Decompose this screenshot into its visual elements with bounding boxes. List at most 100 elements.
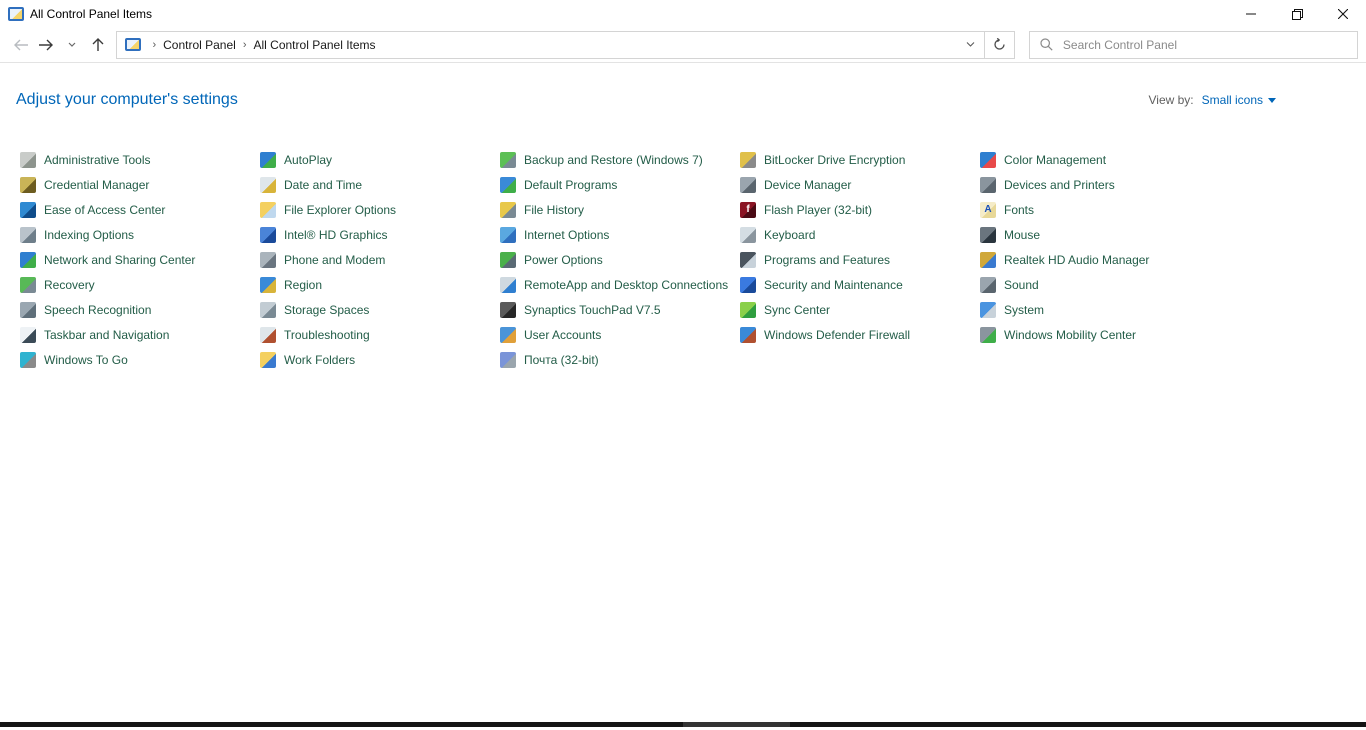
control-panel-item[interactable]: BitLocker Drive Encryption <box>740 147 980 172</box>
control-panel-item[interactable]: Windows Defender Firewall <box>740 322 980 347</box>
file-history-icon <box>500 201 516 218</box>
power-options-icon <box>500 251 516 268</box>
back-button[interactable] <box>8 32 34 58</box>
control-panel-location-icon <box>125 38 142 51</box>
control-panel-item[interactable]: Keyboard <box>740 222 980 247</box>
taskbar-navigation-icon <box>20 326 36 343</box>
items-column: AutoPlay Date and Time File Explorer Optio… <box>260 147 500 372</box>
control-panel-item[interactable]: Region <box>260 272 500 297</box>
control-panel-item[interactable]: Intel® HD Graphics <box>260 222 500 247</box>
credential-manager-icon <box>20 176 36 193</box>
control-panel-item[interactable]: Troubleshooting <box>260 322 500 347</box>
control-panel-item-label: Windows Mobility Center <box>1004 327 1137 342</box>
window-bottom-edge <box>0 722 1366 727</box>
control-panel-item[interactable]: File Explorer Options <box>260 197 500 222</box>
control-panel-item[interactable]: System <box>980 297 1220 322</box>
user-accounts-icon <box>500 326 516 343</box>
breadcrumb-all-items[interactable]: All Control Panel Items <box>254 38 376 52</box>
control-panel-item[interactable]: A Fonts <box>980 197 1220 222</box>
control-panel-item-label: RemoteApp and Desktop Connections <box>524 277 729 292</box>
close-button[interactable] <box>1320 0 1366 28</box>
control-panel-item[interactable]: File History <box>500 197 740 222</box>
control-panel-item-label: Fonts <box>1004 202 1035 217</box>
control-panel-item-label: Date and Time <box>284 177 363 192</box>
page-title: Adjust your computer's settings <box>16 91 238 108</box>
control-panel-item[interactable]: Devices and Printers <box>980 172 1220 197</box>
autoplay-icon <box>260 151 276 168</box>
close-icon <box>1338 9 1348 19</box>
mail-icon <box>500 351 516 368</box>
devices-printers-icon <box>980 176 996 193</box>
control-panel-item[interactable]: Power Options <box>500 247 740 272</box>
navigation-toolbar: › Control Panel › All Control Panel Item… <box>0 28 1366 63</box>
control-panel-item[interactable]: Backup and Restore (Windows 7) <box>500 147 740 172</box>
chevron-down-icon <box>68 42 76 47</box>
control-panel-item-label: Realtek HD Audio Manager <box>1004 252 1150 267</box>
control-panel-item[interactable]: Device Manager <box>740 172 980 197</box>
taskbar-edge-segment <box>683 722 790 727</box>
control-panel-item-label: Recovery <box>44 277 95 292</box>
control-panel-item-label: Troubleshooting <box>284 327 370 342</box>
windows-defender-firewall-icon <box>740 326 756 343</box>
control-panel-item[interactable]: Credential Manager <box>20 172 260 197</box>
control-panel-item[interactable]: User Accounts <box>500 322 740 347</box>
address-bar[interactable]: › Control Panel › All Control Panel Item… <box>116 30 1015 59</box>
breadcrumb-control-panel[interactable]: Control Panel <box>163 38 236 52</box>
control-panel-item[interactable]: RemoteApp and Desktop Connections <box>500 272 740 297</box>
control-panel-item[interactable]: Administrative Tools <box>20 147 260 172</box>
control-panel-item[interactable]: Taskbar and Navigation <box>20 322 260 347</box>
control-panel-item[interactable]: Storage Spaces <box>260 297 500 322</box>
control-panel-item[interactable]: Почта (32-bit) <box>500 347 740 372</box>
control-panel-item-label: Region <box>284 277 323 292</box>
control-panel-item[interactable]: Windows To Go <box>20 347 260 372</box>
mouse-icon <box>980 226 996 243</box>
search-input[interactable] <box>1060 36 1357 53</box>
control-panel-item[interactable]: Windows Mobility Center <box>980 322 1220 347</box>
control-panel-item-label: User Accounts <box>524 327 602 342</box>
control-panel-item-label: Indexing Options <box>44 227 135 242</box>
control-panel-item-label: Storage Spaces <box>284 302 370 317</box>
control-panel-item[interactable]: Phone and Modem <box>260 247 500 272</box>
troubleshooting-icon <box>260 326 276 343</box>
programs-features-icon <box>740 251 756 268</box>
network-sharing-icon <box>20 251 36 268</box>
view-by-dropdown[interactable]: Small icons <box>1202 93 1276 107</box>
recent-locations-button[interactable] <box>59 32 85 58</box>
forward-button[interactable] <box>34 32 60 58</box>
control-panel-item-label: Backup and Restore (Windows 7) <box>524 152 703 167</box>
restore-button[interactable] <box>1274 0 1320 28</box>
back-arrow-icon <box>13 39 28 50</box>
control-panel-item[interactable]: Mouse <box>980 222 1220 247</box>
control-panel-item[interactable]: Security and Maintenance <box>740 272 980 297</box>
items-column: Administrative Tools Credential Manager Ea… <box>20 147 260 372</box>
control-panel-item[interactable]: Color Management <box>980 147 1220 172</box>
control-panel-item[interactable]: AutoPlay <box>260 147 500 172</box>
control-panel-item[interactable]: Internet Options <box>500 222 740 247</box>
search-box[interactable] <box>1028 30 1358 59</box>
control-panel-item[interactable]: Indexing Options <box>20 222 260 247</box>
control-panel-item-label: Power Options <box>524 252 603 267</box>
control-panel-item[interactable]: Sound <box>980 272 1220 297</box>
up-button[interactable] <box>85 32 111 58</box>
region-icon <box>260 276 276 293</box>
control-panel-item-label: Phone and Modem <box>284 252 386 267</box>
control-panel-item[interactable]: Synaptics TouchPad V7.5 <box>500 297 740 322</box>
control-panel-item[interactable]: Work Folders <box>260 347 500 372</box>
control-panel-item[interactable]: Speech Recognition <box>20 297 260 322</box>
control-panel-item[interactable]: Realtek HD Audio Manager <box>980 247 1220 272</box>
control-panel-item[interactable]: Network and Sharing Center <box>20 247 260 272</box>
control-panel-item[interactable]: Recovery <box>20 272 260 297</box>
control-panel-item-label: Devices and Printers <box>1004 177 1115 192</box>
control-panel-item[interactable]: Date and Time <box>260 172 500 197</box>
control-panel-item[interactable]: Sync Center <box>740 297 980 322</box>
control-panel-item[interactable]: Ease of Access Center <box>20 197 260 222</box>
control-panel-item[interactable]: Default Programs <box>500 172 740 197</box>
address-dropdown-button[interactable] <box>956 32 984 58</box>
minimize-button[interactable] <box>1228 0 1274 28</box>
control-panel-item[interactable]: f Flash Player (32-bit) <box>740 197 980 222</box>
administrative-tools-icon <box>20 151 36 168</box>
minimize-icon <box>1246 13 1256 15</box>
items-column: BitLocker Drive Encryption Device Manager… <box>740 147 980 372</box>
refresh-button[interactable] <box>983 31 1014 58</box>
control-panel-item[interactable]: Programs and Features <box>740 247 980 272</box>
